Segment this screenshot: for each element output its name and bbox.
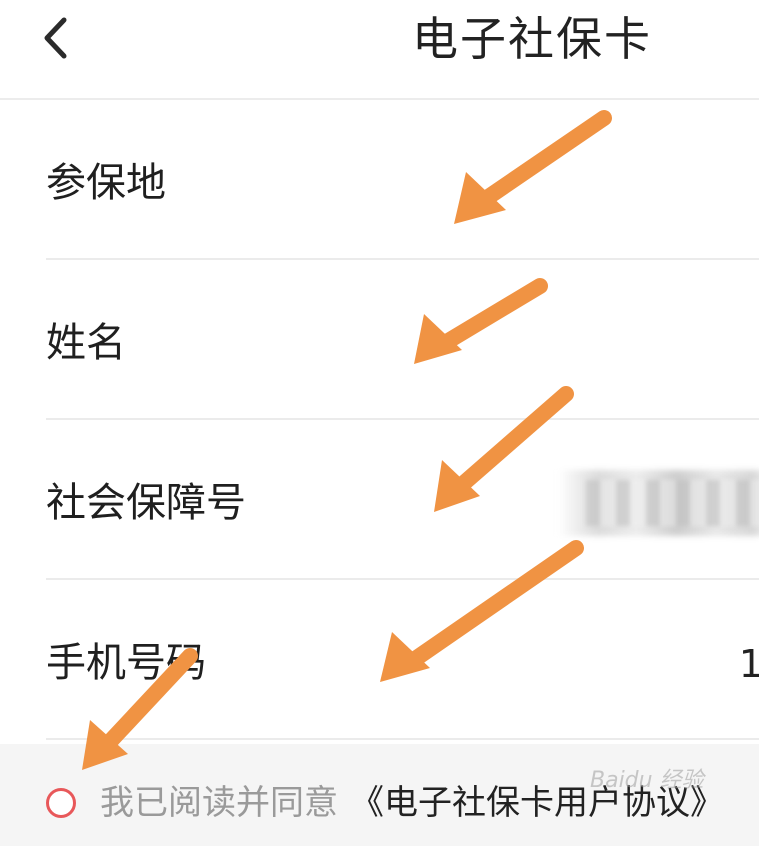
field-phone-number[interactable]: 手机号码 1 (46, 580, 759, 740)
field-label: 参保地 (46, 160, 166, 206)
nav-header: 电子社保卡 (0, 0, 759, 100)
field-label: 手机号码 (46, 640, 206, 686)
field-name[interactable]: 姓名 (46, 260, 759, 420)
chevron-left-icon (44, 17, 67, 59)
screen: 电子社保卡 参保地 姓名 社会保障号 手机号码 1 我已阅读并同意 《电子社保卡… (0, 0, 759, 846)
redacted-blur-pixels (586, 480, 759, 526)
agree-radio-button[interactable] (46, 788, 76, 818)
field-social-security-number[interactable]: 社会保障号 (46, 420, 759, 580)
watermark: Baidu 经验 (590, 768, 704, 793)
field-label: 社会保障号 (46, 480, 246, 526)
field-insured-location[interactable]: 参保地 (46, 100, 759, 260)
social-card-form: 参保地 姓名 社会保障号 手机号码 1 (0, 100, 759, 740)
page-title: 电子社保卡 (412, 12, 652, 66)
agreement-prefix: 我已阅读并同意 (100, 783, 338, 823)
back-button[interactable] (30, 10, 86, 66)
field-value[interactable]: 1 (739, 642, 759, 686)
field-label: 姓名 (46, 320, 126, 366)
agreement-bar: 我已阅读并同意 《电子社保卡用户协议》 Baidu 经验 (0, 744, 759, 846)
